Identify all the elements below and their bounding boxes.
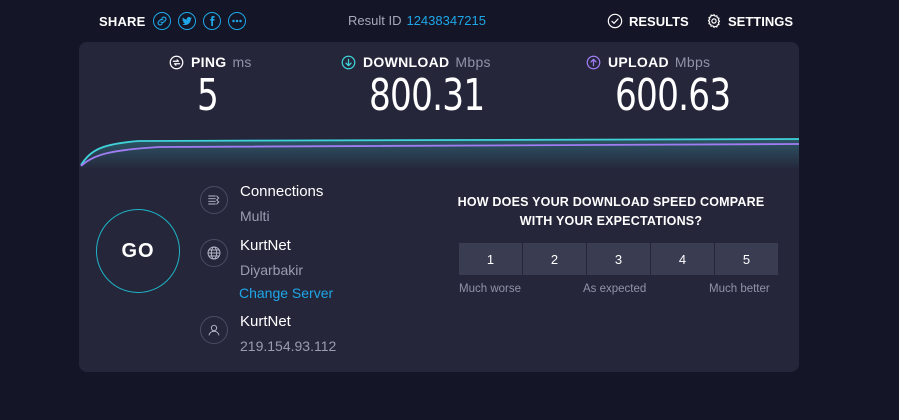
connections-icon-wrap bbox=[200, 186, 228, 214]
ping-metric: PING ms 5 bbox=[169, 54, 252, 120]
server-icon-wrap bbox=[200, 239, 228, 267]
upload-metric: UPLOAD Mbps 600.63 bbox=[586, 54, 763, 120]
download-arrow-icon bbox=[341, 55, 356, 69]
change-server-link[interactable]: Change Server bbox=[239, 285, 333, 301]
top-bar: SHARE Result ID 12438347215 RESULTS SETT… bbox=[0, 0, 899, 42]
result-id: Result ID 12438347215 bbox=[348, 13, 486, 28]
download-metric: DOWNLOAD Mbps 800.31 bbox=[341, 54, 517, 120]
rating-high-label: Much better bbox=[709, 283, 770, 295]
upload-label: UPLOAD bbox=[608, 54, 669, 70]
provider-icon-wrap bbox=[200, 316, 228, 344]
provider-name: KurtNet bbox=[240, 313, 291, 330]
upload-value: 600.63 bbox=[615, 70, 731, 121]
results-label: RESULTS bbox=[629, 13, 689, 29]
globe-icon bbox=[207, 246, 221, 260]
share-label: SHARE bbox=[99, 13, 146, 29]
share-twitter-button[interactable] bbox=[177, 12, 196, 30]
rating-option-4[interactable]: 4 bbox=[651, 243, 714, 275]
survey-question-line2: WITH YOUR EXPECTATIONS? bbox=[519, 214, 703, 228]
survey-question-line1: HOW DOES YOUR DOWNLOAD SPEED COMPARE bbox=[457, 195, 765, 209]
server-location: Diyarbakir bbox=[240, 262, 304, 278]
result-id-label: Result ID bbox=[348, 13, 402, 28]
ping-label: PING bbox=[191, 54, 227, 70]
download-value: 800.31 bbox=[369, 70, 485, 121]
ping-icon bbox=[169, 55, 184, 69]
upload-unit: Mbps bbox=[674, 54, 711, 70]
rating-option-5[interactable]: 5 bbox=[715, 243, 778, 275]
go-button[interactable]: GO bbox=[96, 209, 180, 293]
connections-title: Connections bbox=[240, 183, 324, 200]
ping-value: 5 bbox=[197, 70, 219, 121]
share-more-button[interactable] bbox=[227, 12, 246, 30]
ping-unit: ms bbox=[232, 54, 252, 70]
user-icon bbox=[208, 324, 220, 336]
share-link-button[interactable] bbox=[152, 12, 171, 30]
provider-ip: 219.154.93.112 bbox=[240, 338, 337, 354]
check-circle-icon bbox=[607, 13, 623, 29]
share-group: SHARE bbox=[99, 10, 253, 32]
link-icon bbox=[157, 16, 166, 26]
upload-arrow-icon bbox=[586, 55, 601, 69]
results-panel: PING ms 5 DOWNLOAD Mbps 800.31 UPLOAD Mb… bbox=[79, 42, 799, 372]
result-id-link[interactable]: 12438347215 bbox=[406, 13, 486, 28]
rating-mid-label: As expected bbox=[583, 283, 647, 295]
server-name: KurtNet bbox=[240, 237, 291, 254]
go-label: GO bbox=[121, 239, 155, 262]
connections-icon bbox=[208, 195, 220, 205]
rating-low-label: Much worse bbox=[459, 283, 521, 295]
rating-scale: 1 2 3 4 5 bbox=[459, 243, 779, 275]
results-button[interactable]: RESULTS bbox=[607, 13, 689, 29]
facebook-icon bbox=[209, 16, 215, 26]
gear-icon bbox=[707, 14, 721, 28]
more-icon bbox=[231, 19, 242, 23]
settings-label: SETTINGS bbox=[728, 13, 794, 29]
download-label: DOWNLOAD bbox=[363, 54, 450, 70]
download-unit: Mbps bbox=[455, 54, 491, 70]
share-facebook-button[interactable] bbox=[202, 12, 221, 30]
connections-mode[interactable]: Multi bbox=[240, 208, 270, 224]
survey-question: HOW DOES YOUR DOWNLOAD SPEED COMPARE WIT… bbox=[451, 193, 771, 231]
rating-option-2[interactable]: 2 bbox=[523, 243, 586, 275]
rating-option-1[interactable]: 1 bbox=[459, 243, 522, 275]
settings-button[interactable]: SETTINGS bbox=[706, 13, 793, 29]
rating-option-3[interactable]: 3 bbox=[587, 243, 650, 275]
twitter-icon bbox=[181, 16, 192, 26]
speed-graph bbox=[80, 138, 799, 170]
